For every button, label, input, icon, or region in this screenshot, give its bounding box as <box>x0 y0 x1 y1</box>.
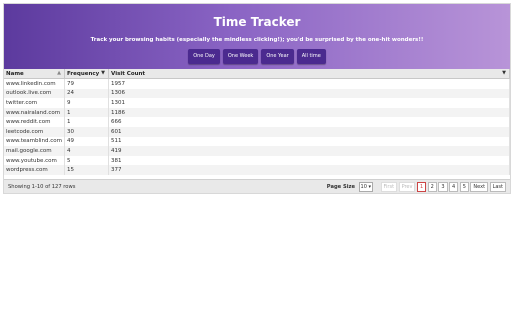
page-subtitle: Track your browsing habits (especially t… <box>90 37 424 43</box>
cell-name: twitter.com <box>4 98 66 108</box>
table-row: twitter.com 9 1301 <box>4 98 510 108</box>
cell-visit-count: 1957 <box>108 78 510 89</box>
prev-page-button[interactable]: Prev <box>398 182 416 192</box>
visits-table: Name ▲ Frequency ▼ Visit Count ▼ www.linked… <box>4 69 510 175</box>
table-row: www.teamblind.com 49 511 <box>4 136 510 147</box>
page-numbers: 12345 <box>416 182 469 192</box>
cell-name: leetcode.com <box>4 126 66 137</box>
cell-visit-count: 1306 <box>108 88 510 99</box>
cell-visit-count: 1301 <box>108 98 510 108</box>
cell-name: wordpress.com <box>4 165 66 175</box>
first-page-button[interactable]: First <box>380 182 398 192</box>
table-row: www.youtube.com 5 381 <box>4 155 510 166</box>
rows-info: Showing 1-10 of 127 rows <box>8 184 76 190</box>
page-title: Time Tracker <box>213 15 301 29</box>
table-row: mail.google.com 4 419 <box>4 146 510 156</box>
cell-visit-count: 377 <box>108 165 510 175</box>
one-week-button[interactable]: One Week <box>222 49 259 64</box>
cell-frequency: 1 <box>64 117 110 127</box>
cell-name: www.teamblind.com <box>4 136 66 147</box>
time-range-buttons: One Day One Week One Year All time <box>4 49 510 64</box>
cell-frequency: 5 <box>64 155 110 166</box>
one-day-button[interactable]: One Day <box>188 49 220 64</box>
cell-frequency: 4 <box>64 146 110 156</box>
cell-frequency: 1 <box>64 107 110 118</box>
page-2-button[interactable]: 2 <box>427 182 437 192</box>
header-banner: Time Tracker Track your browsing habits … <box>4 4 510 69</box>
table-row: www.nairaland.com 1 1186 <box>4 107 510 118</box>
cell-name: mail.google.com <box>4 146 66 156</box>
column-header-frequency[interactable]: Frequency ▼ <box>64 69 110 79</box>
cell-visit-count: 1186 <box>108 107 510 118</box>
cell-frequency: 24 <box>64 88 110 99</box>
last-page-button[interactable]: Last <box>489 182 506 192</box>
sort-icon: ▲ <box>57 70 62 76</box>
cell-visit-count: 419 <box>108 146 510 156</box>
sort-desc-icon: ▼ <box>101 70 106 76</box>
cell-visit-count: 511 <box>108 136 510 147</box>
page-4-button[interactable]: 4 <box>449 182 459 192</box>
cell-frequency: 9 <box>64 98 110 108</box>
table-footer: Showing 1-10 of 127 rows Page Size 10 ▾ … <box>4 179 510 193</box>
next-page-button[interactable]: Next <box>470 182 489 192</box>
pagination: Page Size 10 ▾ First Prev 12345 Next Las… <box>327 182 506 192</box>
table-row: wordpress.com 15 377 <box>4 165 510 175</box>
page-size-select[interactable]: 10 ▾ <box>358 182 374 192</box>
cell-visit-count: 601 <box>108 126 510 137</box>
page-size-label: Page Size <box>326 184 356 190</box>
time-tracker-app: Time Tracker Track your browsing habits … <box>3 3 511 194</box>
cell-name: www.reddit.com <box>4 117 66 127</box>
table-row: leetcode.com 30 601 <box>4 126 510 137</box>
chevron-down-icon: ▾ <box>368 184 372 190</box>
cell-name: www.nairaland.com <box>4 107 66 118</box>
cell-frequency: 30 <box>64 126 110 137</box>
cell-name: outlook.live.com <box>4 88 66 99</box>
cell-name: www.linkedin.com <box>4 78 66 89</box>
one-year-button[interactable]: One Year <box>261 49 294 64</box>
table-row: www.linkedin.com 79 1957 <box>4 78 510 89</box>
column-header-name[interactable]: Name ▲ <box>4 69 66 79</box>
page-3-button[interactable]: 3 <box>438 182 448 192</box>
all-time-button[interactable]: All time <box>296 49 326 64</box>
cell-name: www.youtube.com <box>4 155 66 166</box>
sort-desc-icon: ▼ <box>502 70 506 76</box>
column-header-visit-count[interactable]: Visit Count ▼ <box>108 69 510 79</box>
cell-frequency: 79 <box>64 78 110 89</box>
page-5-button[interactable]: 5 <box>459 182 469 192</box>
cell-visit-count: 666 <box>108 117 510 127</box>
cell-frequency: 49 <box>64 136 110 147</box>
cell-visit-count: 381 <box>108 155 510 166</box>
cell-frequency: 15 <box>64 165 110 175</box>
page-1-button[interactable]: 1 <box>416 182 427 192</box>
table-row: www.reddit.com 1 666 <box>4 117 510 127</box>
table-row: outlook.live.com 24 1306 <box>4 88 510 99</box>
